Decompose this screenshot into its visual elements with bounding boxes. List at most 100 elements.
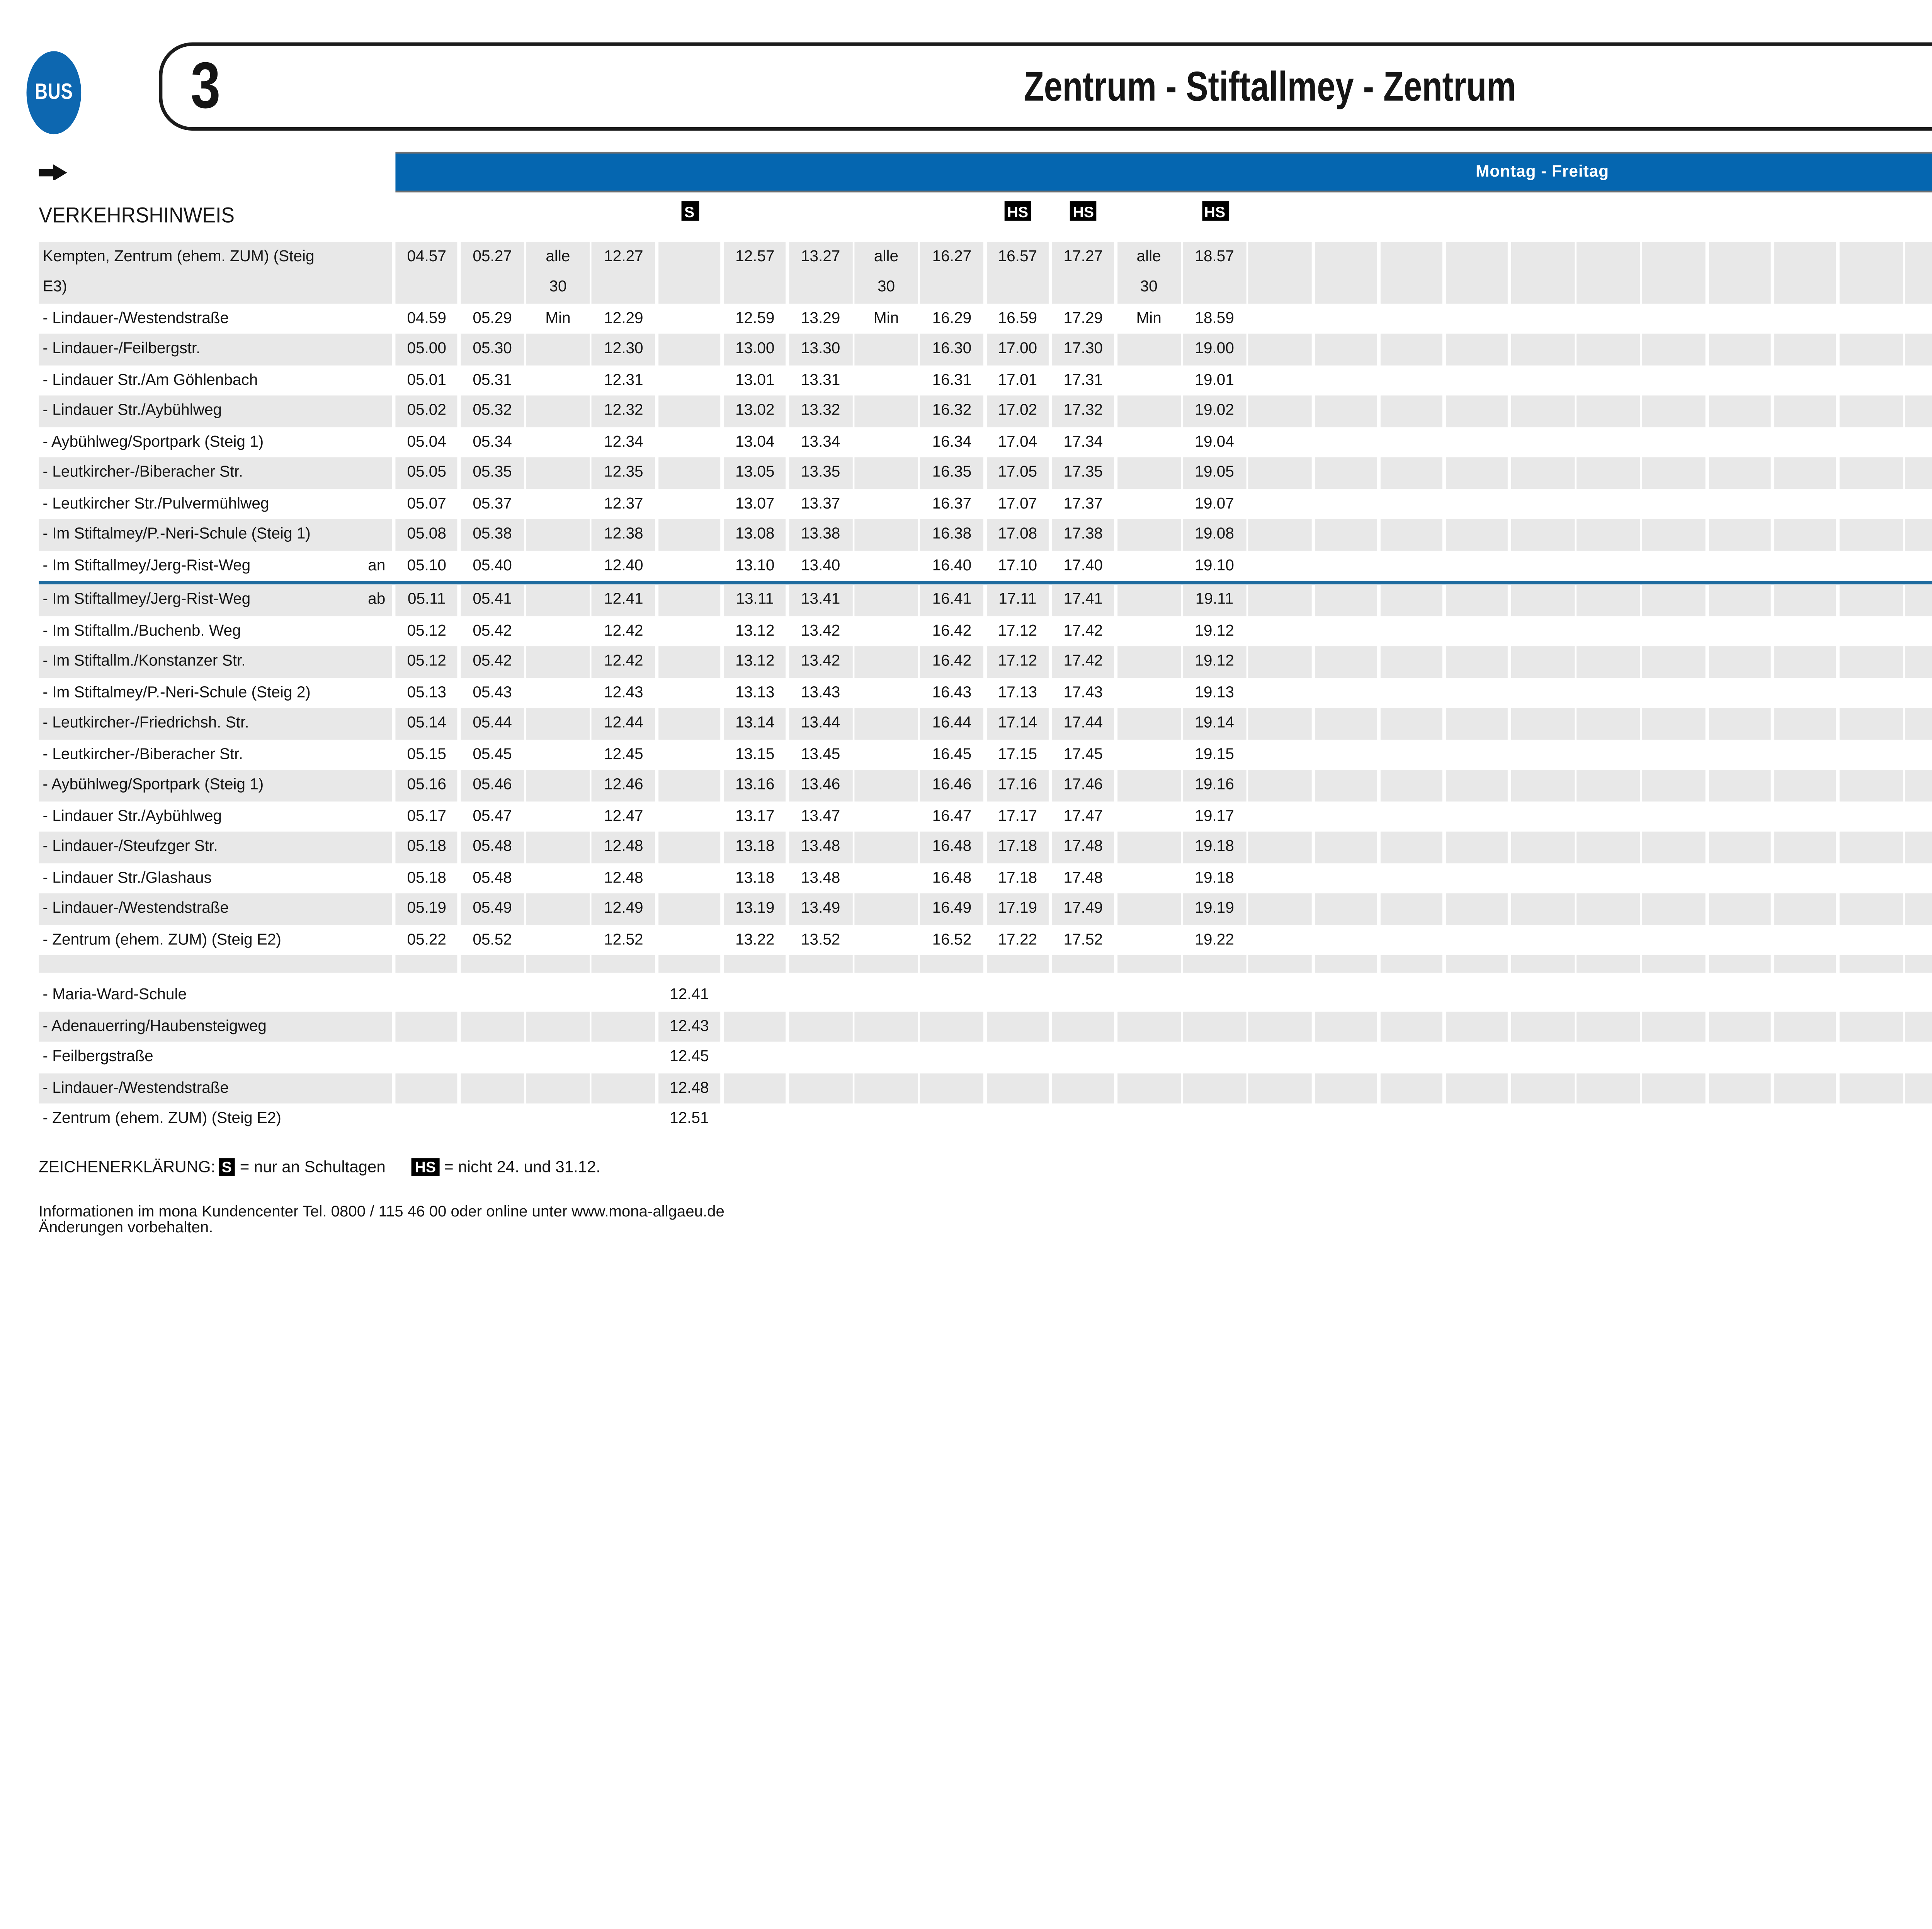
time-cell <box>789 1104 852 1135</box>
station-cell: Kempten, Zentrum (ehem. ZUM) (Steig E3) <box>39 241 393 303</box>
time-cell: 05.42 <box>461 647 524 678</box>
empty-cell <box>1643 832 1706 863</box>
empty-cell <box>1643 1073 1706 1104</box>
station-name: - Leutkircher-/Biberacher Str. <box>43 739 243 770</box>
empty-cell <box>1446 647 1509 678</box>
legend-label: ZEICHENERKLÄRUNG: <box>39 1158 215 1175</box>
empty-cell <box>1577 980 1640 1011</box>
empty-cell <box>1511 832 1574 863</box>
empty-cell <box>1774 1011 1837 1042</box>
time-cell: 17.32 <box>1052 396 1115 427</box>
time-cell: 12.45 <box>592 739 655 770</box>
empty-cell <box>1380 519 1443 550</box>
time-cell <box>658 616 721 647</box>
empty-cell <box>1315 677 1378 708</box>
time-cell: 13.32 <box>789 396 852 427</box>
time-cell <box>855 980 918 1011</box>
legend-text-holiday: = nicht 24. und 31.12. <box>444 1158 600 1175</box>
time-cell <box>855 647 918 678</box>
station-name: - Im Stiftallm./Konstanzer Str. <box>43 647 246 678</box>
time-cell: 13.13 <box>723 677 786 708</box>
time-cell: 13.37 <box>789 488 852 519</box>
empty-cell <box>1511 334 1574 365</box>
time-cell: 05.48 <box>461 863 524 894</box>
station-name: - Lindauer Str./Am Göhlenbach <box>43 365 258 396</box>
time-cell <box>527 396 590 427</box>
empty-cell <box>1446 956 1509 973</box>
time-cell <box>855 519 918 550</box>
time-cell: 05.11 <box>395 585 458 616</box>
time-cell <box>1183 1042 1246 1073</box>
station-cell: - Lindauer-/Westendstraße <box>39 1073 393 1104</box>
time-cell: 13.12 <box>723 647 786 678</box>
station-cell: - Lindauer Str./Am Göhlenbach <box>39 365 393 396</box>
time-cell: 13.10 <box>723 550 786 581</box>
empty-cell <box>1315 365 1378 396</box>
time-cell: 17.04 <box>986 427 1049 458</box>
time-cell <box>658 770 721 801</box>
empty-cell <box>1708 585 1771 616</box>
time-cell: 13.16 <box>723 770 786 801</box>
time-cell <box>1117 585 1180 616</box>
empty-cell <box>1577 677 1640 708</box>
time-cell: 13.04 <box>723 427 786 458</box>
time-cell: 12.48 <box>658 1073 721 1104</box>
time-cell: 05.19 <box>395 894 458 925</box>
table-row: - Lindauer-/Westendstraße05.1905.4912.49… <box>39 894 1932 925</box>
time-cell: 05.08 <box>395 519 458 550</box>
empty-cell <box>1511 1011 1574 1042</box>
empty-cell <box>1577 1104 1640 1135</box>
empty-cell <box>1380 925 1443 956</box>
time-cell: 16.27 <box>920 241 983 303</box>
time-cell <box>527 894 590 925</box>
time-cell: 16.31 <box>920 365 983 396</box>
empty-cell <box>1446 1073 1509 1104</box>
empty-cell <box>1840 1104 1903 1135</box>
time-cell: 17.48 <box>1052 832 1115 863</box>
empty-cell <box>1708 647 1771 678</box>
station-name: - Adenauerring/Haubensteigweg <box>43 1011 267 1042</box>
time-cell: 05.32 <box>461 396 524 427</box>
time-cell <box>527 925 590 956</box>
station-cell: - Leutkircher-/Biberacher Str. <box>39 458 393 488</box>
time-cell: 12.48 <box>592 832 655 863</box>
time-cell: 05.37 <box>461 488 524 519</box>
empty-cell <box>1249 708 1312 739</box>
empty-cell <box>1643 1104 1706 1135</box>
time-cell: 16.29 <box>920 303 983 334</box>
station-cell: - Adenauerring/Haubensteigweg <box>39 1011 393 1042</box>
empty-cell <box>1446 585 1509 616</box>
time-cell <box>855 1042 918 1073</box>
time-cell: 17.27 <box>1052 241 1115 303</box>
station-name: - Im Stiftalmey/P.-Neri-Schule (Steig 1) <box>43 519 311 550</box>
empty-cell <box>1446 488 1509 519</box>
time-cell: 13.43 <box>789 677 852 708</box>
empty-cell <box>1708 832 1771 863</box>
empty-cell <box>1315 458 1378 488</box>
empty-cell <box>1840 925 1903 956</box>
empty-cell <box>1315 956 1378 973</box>
time-cell: 13.48 <box>789 832 852 863</box>
empty-cell <box>1315 396 1378 427</box>
time-cell <box>855 488 918 519</box>
time-cell <box>1117 334 1180 365</box>
table-row: - Im Stiftallmey/Jerg-Rist-Wegan05.1005.… <box>39 550 1932 581</box>
time-cell: 19.14 <box>1183 708 1246 739</box>
empty-cell <box>1315 334 1378 365</box>
empty-cell <box>1315 585 1378 616</box>
time-cell: 17.35 <box>1052 458 1115 488</box>
empty-cell <box>1446 241 1509 303</box>
empty-cell <box>1905 1104 1932 1135</box>
empty-cell <box>1708 1073 1771 1104</box>
station-cell: - Im Stiftallmey/Jerg-Rist-Wegab <box>39 585 393 616</box>
time-cell <box>658 956 721 973</box>
empty-cell <box>1840 894 1903 925</box>
time-cell <box>1117 708 1180 739</box>
empty-cell <box>1577 458 1640 488</box>
empty-cell <box>1774 488 1837 519</box>
empty-cell <box>1905 458 1932 488</box>
station-name: - Im Stiftallm./Buchenb. Weg <box>43 616 241 647</box>
empty-cell <box>1511 427 1574 458</box>
station-cell: - Im Stiftallm./Buchenb. Weg <box>39 616 393 647</box>
station-cell: - Lindauer-/Feilbergstr. <box>39 334 393 365</box>
